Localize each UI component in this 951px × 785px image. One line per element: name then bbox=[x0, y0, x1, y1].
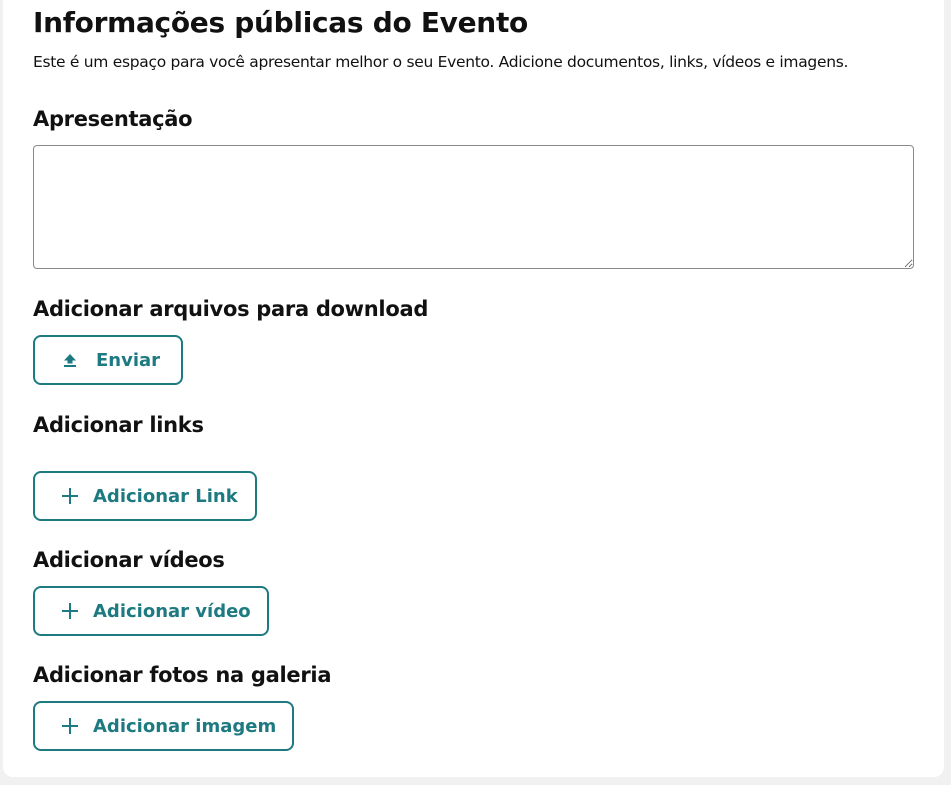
videos-label: Adicionar vídeos bbox=[33, 548, 225, 572]
downloads-label: Adicionar arquivos para download bbox=[33, 297, 429, 321]
add-image-button-label: Adicionar imagem bbox=[93, 715, 277, 737]
upload-button-label: Enviar bbox=[96, 349, 161, 371]
upload-button[interactable]: Enviar bbox=[33, 335, 183, 385]
add-link-button-label: Adicionar Link bbox=[93, 485, 238, 507]
gallery-label: Adicionar fotos na galeria bbox=[33, 663, 332, 687]
public-info-card: Informações públicas do Evento Este é um… bbox=[3, 0, 944, 777]
page-title: Informações públicas do Evento bbox=[33, 6, 528, 39]
plus-icon bbox=[61, 602, 79, 620]
presentation-label: Apresentação bbox=[33, 107, 193, 131]
add-link-button[interactable]: Adicionar Link bbox=[33, 471, 257, 521]
presentation-textarea[interactable] bbox=[33, 145, 914, 269]
plus-icon bbox=[61, 717, 79, 735]
add-image-button[interactable]: Adicionar imagem bbox=[33, 701, 294, 751]
links-label: Adicionar links bbox=[33, 413, 204, 437]
plus-icon bbox=[61, 487, 79, 505]
add-video-button-label: Adicionar vídeo bbox=[93, 600, 251, 622]
page-description: Este é um espaço para você apresentar me… bbox=[33, 53, 849, 71]
add-video-button[interactable]: Adicionar vídeo bbox=[33, 586, 269, 636]
upload-icon bbox=[61, 351, 79, 369]
